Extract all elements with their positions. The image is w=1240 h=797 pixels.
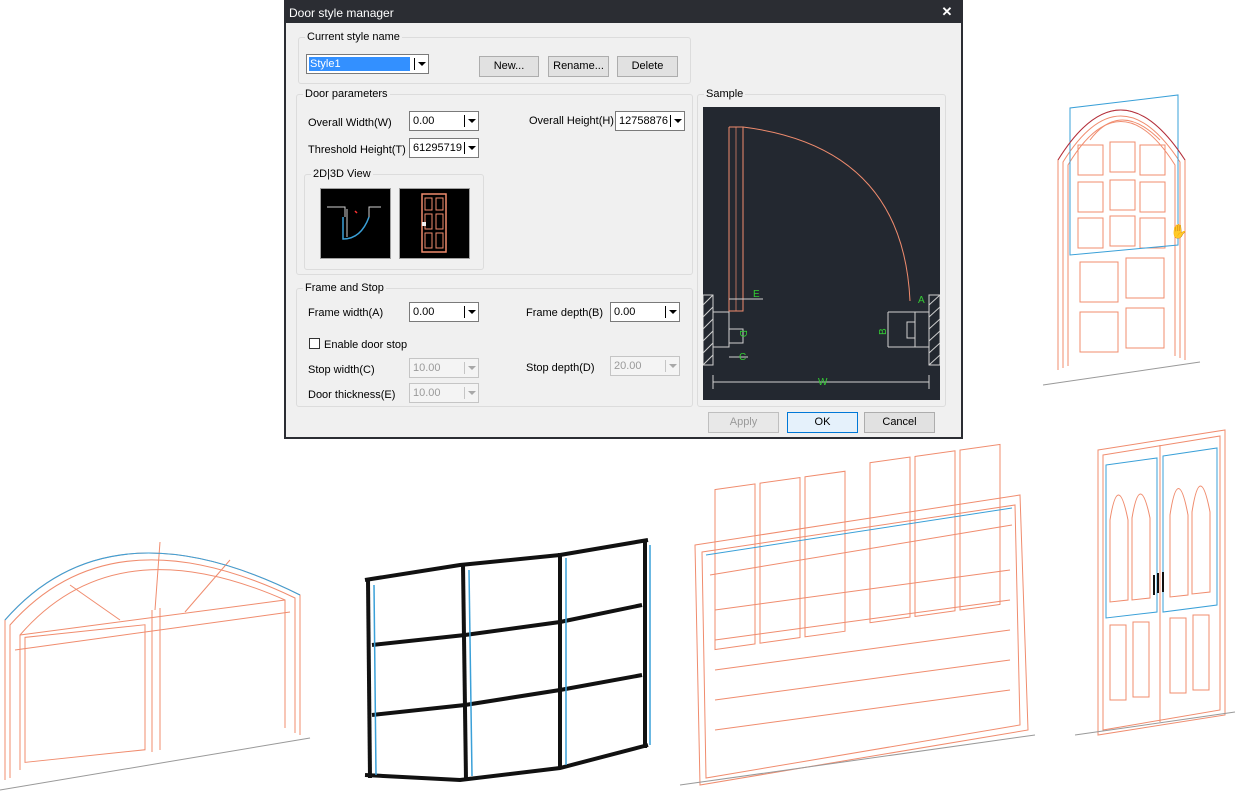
arched-door-drawing bbox=[1042, 109, 1201, 386]
garage-door-frame bbox=[705, 507, 1013, 556]
door-handles-icon bbox=[1153, 572, 1164, 595]
double-door-glass bbox=[1105, 447, 1218, 619]
cursor-hand-icon: ✋ bbox=[1170, 223, 1187, 239]
cad-door-renderings: ✋ bbox=[0, 94, 1236, 791]
arched-window-drawing bbox=[0, 541, 311, 791]
curtain-wall-glass bbox=[373, 545, 651, 777]
arched-window-glass bbox=[4, 552, 301, 621]
garage-door-drawing bbox=[679, 443, 1036, 786]
curtain-wall-drawing bbox=[364, 538, 649, 783]
